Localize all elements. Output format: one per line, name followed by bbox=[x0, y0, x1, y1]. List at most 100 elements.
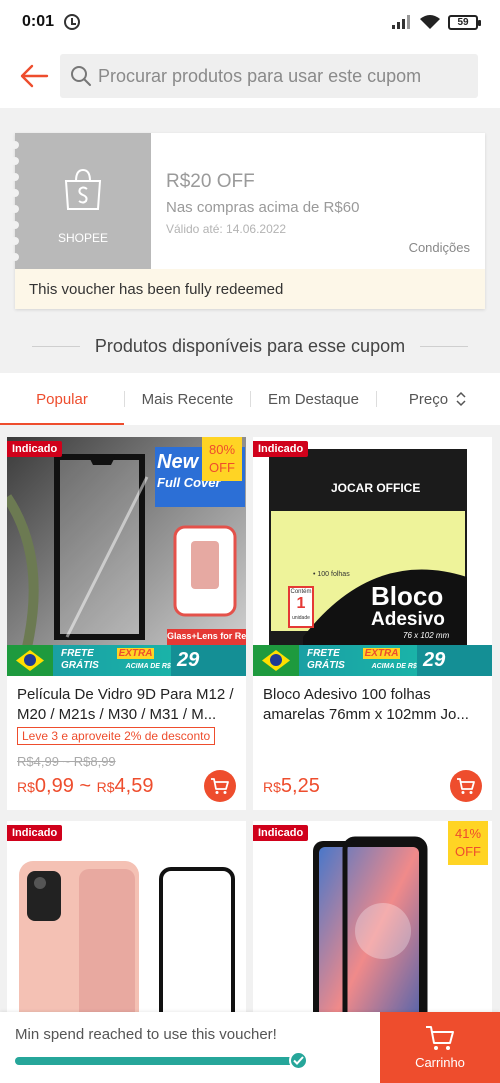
discount-badge: 80% OFF bbox=[202, 437, 242, 481]
voucher-brand: SHOPEE bbox=[57, 231, 108, 245]
status-bar: 0:01 59 bbox=[0, 0, 500, 44]
banner-acima: ACIMA DE R$ bbox=[125, 663, 171, 670]
free-shipping-banner: FRETE EXTRA GRÁTIS ACIMA DE R$ 29 bbox=[7, 645, 246, 676]
banner-frete: FRETE EXTRA GRÁTIS ACIMA DE R$ bbox=[299, 645, 417, 676]
status-icons: 59 bbox=[392, 14, 481, 30]
banner-extra: EXTRA bbox=[362, 648, 401, 659]
min-spend-progress bbox=[15, 1057, 299, 1065]
section-title: Produtos disponíveis para esse cupom bbox=[0, 330, 500, 362]
search-input[interactable] bbox=[98, 65, 468, 87]
check-icon bbox=[289, 1051, 308, 1070]
product-card[interactable]: New Full Cover Glass+Lens for Redmi Indi… bbox=[7, 437, 246, 810]
product-card[interactable]: JOCAR OFFICE • 100 folhas Contém 1 unida… bbox=[253, 437, 492, 810]
back-button[interactable] bbox=[12, 54, 56, 98]
discount-percent: 41% bbox=[454, 826, 482, 841]
brazil-flag-icon bbox=[7, 645, 53, 676]
voucher-logo-panel: SHOPEE bbox=[11, 133, 151, 269]
voucher-conditions-link[interactable]: Condições bbox=[409, 240, 470, 255]
voucher-min-spend: Nas compras acima de R$60 bbox=[166, 199, 360, 216]
banner-frete-text: FRETE bbox=[307, 648, 340, 659]
image-caption: Glass+Lens for Redmi bbox=[167, 631, 246, 641]
product-photo bbox=[7, 821, 246, 1012]
indicado-badge: Indicado bbox=[7, 441, 63, 457]
product-card[interactable]: Indicado 41% OFF bbox=[253, 821, 492, 1012]
cart-button[interactable]: Carrinho bbox=[380, 1012, 500, 1083]
pack-size: 76 x 102 mm bbox=[403, 631, 450, 640]
battery-icon: 59 bbox=[448, 14, 481, 30]
price-high: 4,59 bbox=[114, 775, 154, 797]
min-spend-message: Min spend reached to use this voucher! bbox=[15, 1026, 277, 1043]
sort-tabs: Popular Mais Recente Em Destaque Preço bbox=[0, 373, 500, 425]
discount-label: OFF bbox=[209, 460, 235, 475]
section-title-text: Produtos disponíveis para esse cupom bbox=[94, 335, 406, 356]
product-photo bbox=[253, 437, 492, 676]
tab-em-destaque[interactable]: Em Destaque bbox=[251, 373, 376, 425]
discount-percent: 80% bbox=[208, 442, 236, 457]
status-time: 0:01 bbox=[22, 13, 55, 30]
banner-value: 29 bbox=[171, 645, 246, 676]
search-bar[interactable] bbox=[60, 54, 478, 98]
banner-frete: FRETE EXTRA GRÁTIS ACIMA DE R$ bbox=[53, 645, 171, 676]
divider bbox=[420, 345, 469, 347]
pack-units: 1 bbox=[296, 595, 306, 612]
cart-icon bbox=[457, 778, 475, 794]
voucher-info: R$20 OFF Nas compras acima de R$60 Válid… bbox=[166, 133, 485, 269]
progress-fill bbox=[15, 1057, 299, 1065]
product-card[interactable]: Indicado bbox=[7, 821, 246, 1012]
price-currency: R$ bbox=[17, 779, 35, 795]
banner-frete-text: FRETE bbox=[61, 648, 94, 659]
tab-mais-recente[interactable]: Mais Recente bbox=[125, 373, 250, 425]
brazil-flag-icon bbox=[253, 645, 299, 676]
promo-tag: Leve 3 e aproveite 2% de desconto bbox=[17, 727, 216, 745]
tab-preco[interactable]: Preço bbox=[377, 373, 500, 425]
banner-gratis: GRÁTIS bbox=[61, 660, 99, 671]
price-value: 5,25 bbox=[280, 775, 320, 797]
price-separator: ~ bbox=[73, 775, 97, 797]
voucher-title: R$20 OFF bbox=[166, 171, 255, 192]
price-currency: R$ bbox=[263, 779, 281, 795]
banner-extra: EXTRA bbox=[116, 648, 155, 659]
indicado-badge: Indicado bbox=[7, 825, 63, 841]
original-price: R$4,99 ~ R$8,99 bbox=[17, 754, 116, 769]
arrow-left-icon bbox=[20, 64, 49, 88]
cart-icon bbox=[426, 1026, 454, 1050]
cart-label: Carrinho bbox=[415, 1055, 465, 1070]
discount-badge: 41% OFF bbox=[448, 821, 488, 865]
pack-count: • 100 folhas bbox=[313, 571, 350, 578]
signal-icon bbox=[392, 15, 410, 29]
product-image: New Full Cover Glass+Lens for Redmi Indi… bbox=[7, 437, 246, 676]
free-shipping-banner: FRETE EXTRA GRÁTIS ACIMA DE R$ 29 bbox=[253, 645, 492, 676]
banner-gratis: GRÁTIS bbox=[307, 660, 345, 671]
product-price: R$0,99 ~ R$4,59 bbox=[17, 775, 153, 798]
image-caption: New bbox=[157, 451, 199, 473]
price-low: 0,99 bbox=[34, 775, 74, 797]
voucher-card: SHOPEE R$20 OFF Nas compras acima de R$6… bbox=[11, 133, 485, 309]
voucher-status: This voucher has been fully redeemed bbox=[15, 269, 485, 309]
bottom-bar: Min spend reached to use this voucher! C… bbox=[0, 1012, 500, 1083]
indicado-badge: Indicado bbox=[253, 825, 309, 841]
cart-icon bbox=[211, 778, 229, 794]
tab-popular[interactable]: Popular bbox=[0, 373, 124, 425]
product-price: R$5,25 bbox=[263, 775, 320, 798]
pack-brand: JOCAR OFFICE bbox=[331, 481, 421, 495]
price-currency: R$ bbox=[96, 779, 115, 795]
divider bbox=[31, 345, 80, 347]
product-name: Película De Vidro 9D Para M12 / M20 / M2… bbox=[17, 686, 234, 723]
wifi-icon bbox=[420, 14, 440, 29]
discount-label: OFF bbox=[455, 844, 481, 859]
pack-title: Bloco bbox=[371, 581, 444, 611]
sort-icon bbox=[456, 391, 466, 407]
indicado-badge: Indicado bbox=[253, 441, 309, 457]
banner-value: 29 bbox=[417, 645, 492, 676]
product-image: JOCAR OFFICE • 100 folhas Contém 1 unida… bbox=[253, 437, 492, 676]
search-icon bbox=[71, 66, 91, 86]
shopping-bag-icon bbox=[64, 168, 102, 210]
product-image: Indicado bbox=[7, 821, 246, 1012]
product-name: Bloco Adesivo 100 folhas amarelas 76mm x… bbox=[263, 686, 469, 723]
header bbox=[0, 44, 500, 108]
pack-title: Adesivo bbox=[371, 609, 445, 630]
tab-preco-label: Preço bbox=[408, 390, 449, 408]
add-to-cart-button[interactable] bbox=[450, 770, 482, 802]
add-to-cart-button[interactable] bbox=[204, 770, 236, 802]
product-image: Indicado 41% OFF bbox=[253, 821, 492, 1012]
